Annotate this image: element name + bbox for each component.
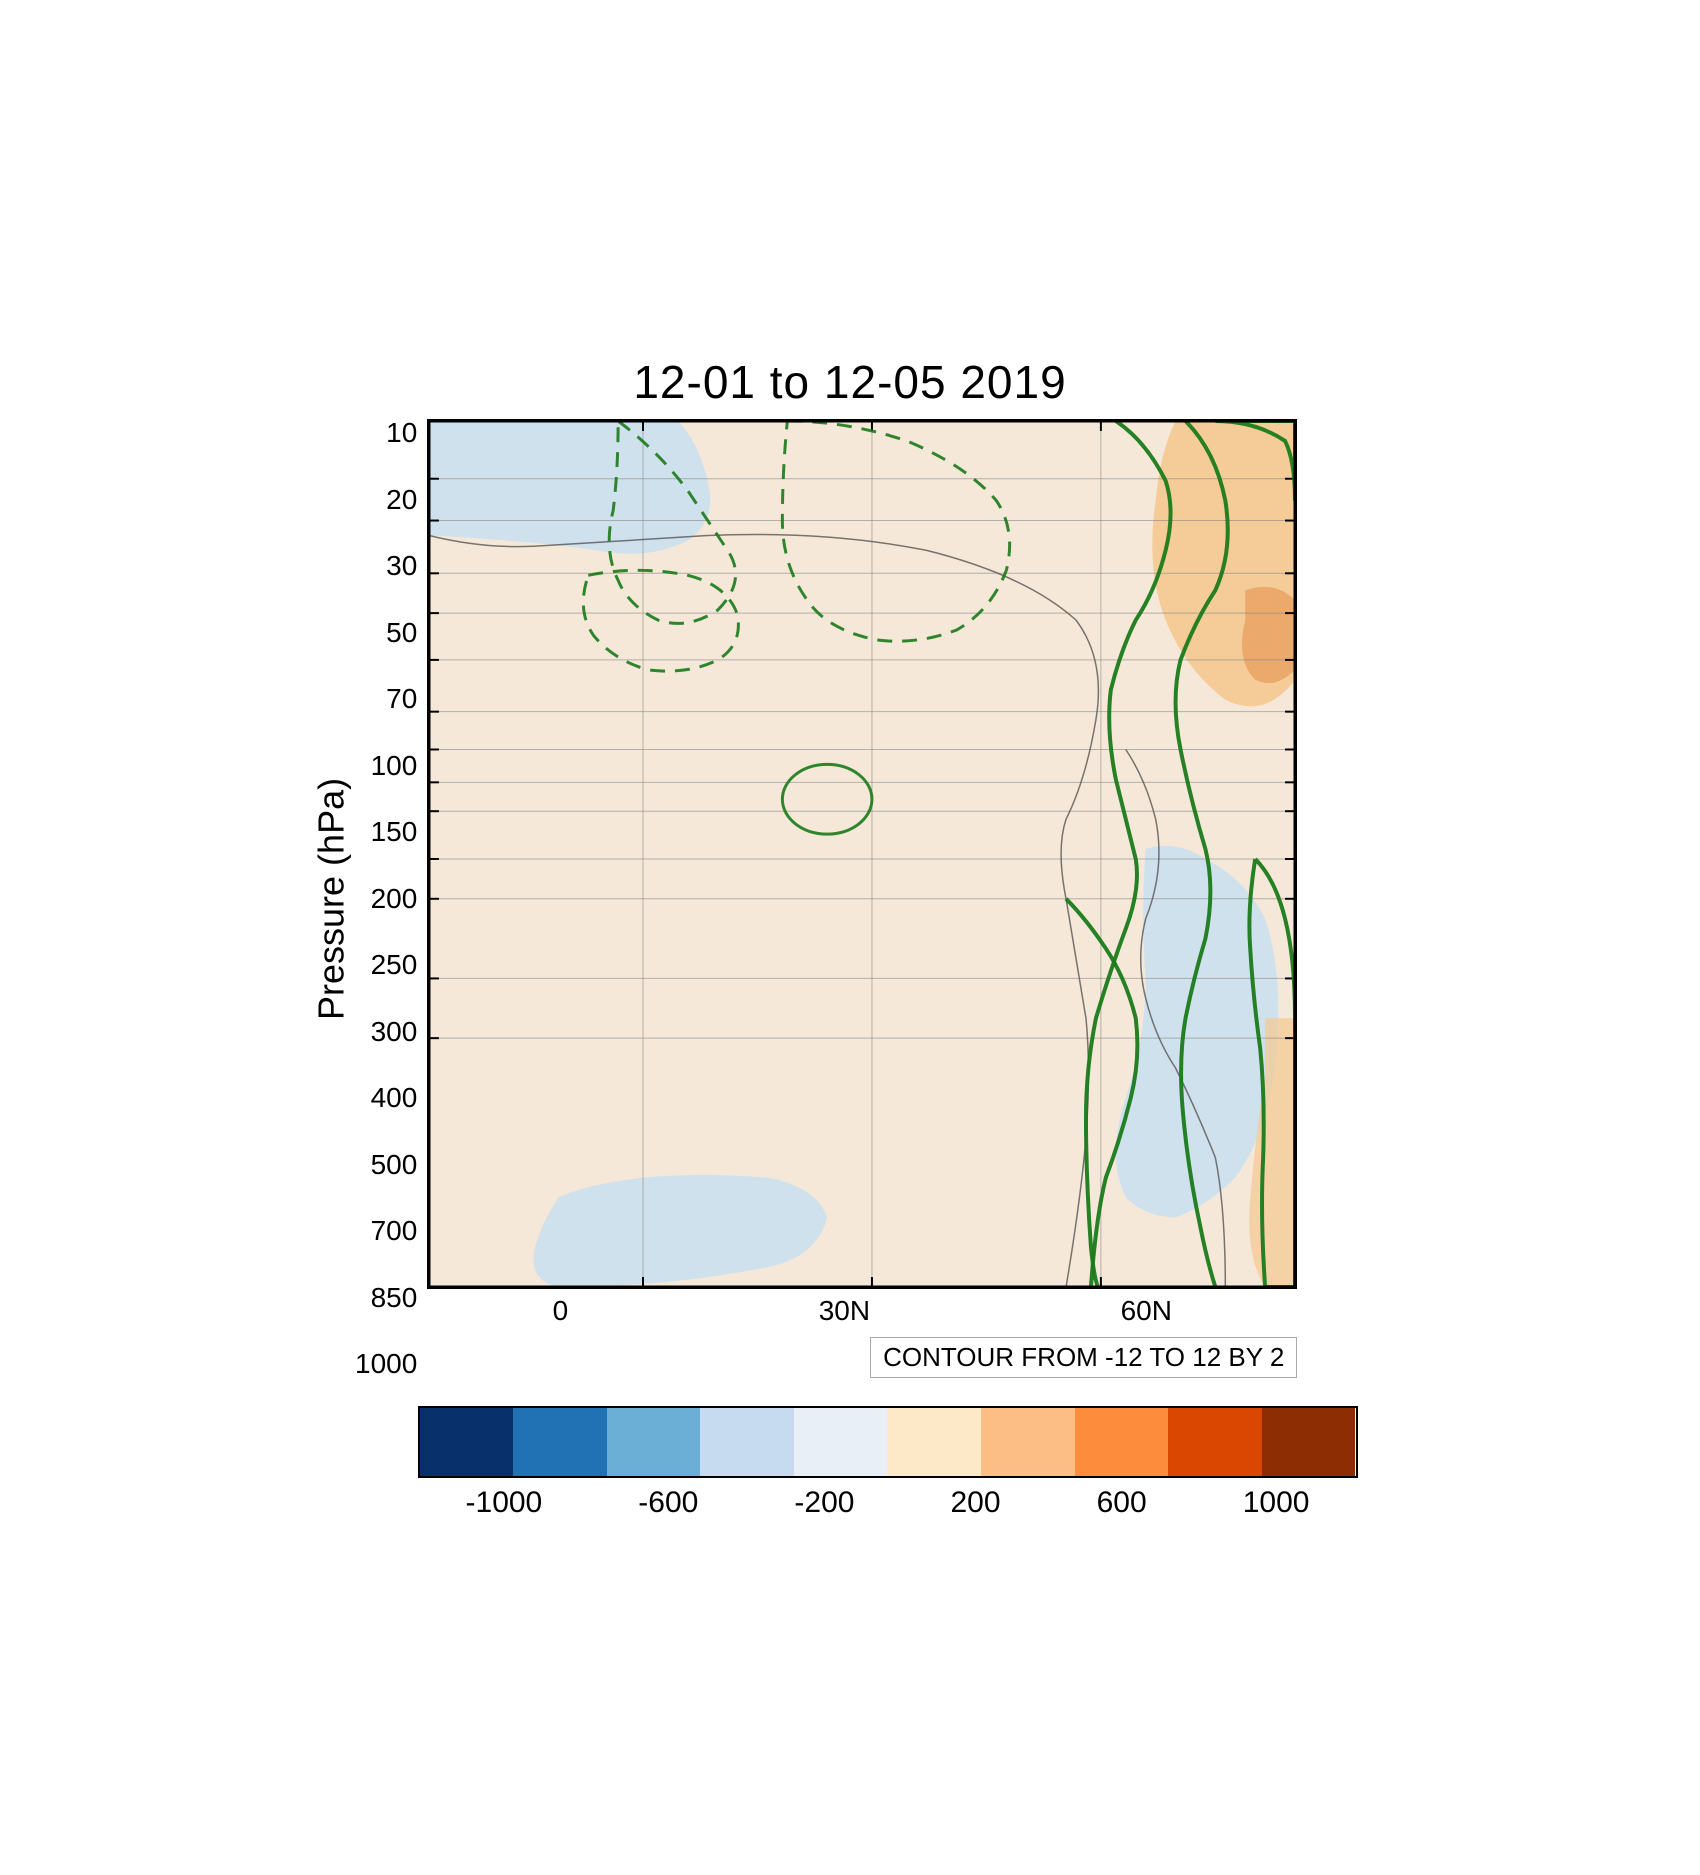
y-tick-500: 500 [371, 1151, 418, 1179]
y-tick-20: 20 [386, 486, 417, 514]
chart-with-yaxis: Pressure (hPa) 10 20 30 50 70 100 150 20… [300, 419, 1400, 1378]
plot-svg [429, 421, 1295, 1287]
colorbar-label-200neg: -200 [794, 1486, 854, 1520]
colorbar-seg-6 [887, 1408, 981, 1476]
y-tick-10: 10 [386, 419, 417, 447]
y-tick-400: 400 [371, 1084, 418, 1112]
x-tick-60n: 60N [1121, 1295, 1172, 1327]
colorbar-seg-10 [1262, 1408, 1356, 1476]
y-tick-300: 300 [371, 1018, 418, 1046]
colorbar [418, 1406, 1358, 1478]
x-tick-labels: 0 30N 60N [427, 1289, 1297, 1327]
y-tick-50: 50 [386, 619, 417, 647]
x-tick-0: 0 [553, 1295, 569, 1327]
colorbar-seg-9 [1168, 1408, 1262, 1476]
y-tick-250: 250 [371, 951, 418, 979]
y-axis-label: Pressure (hPa) [300, 419, 355, 1378]
x-axis-container: 0 30N 60N CONTOUR FROM -12 TO 12 BY 2 [427, 1289, 1297, 1378]
colorbar-label-600neg: -600 [638, 1486, 698, 1520]
colorbar-seg-5 [794, 1408, 888, 1476]
colorbar-seg-1 [420, 1408, 514, 1476]
colorbar-seg-7 [981, 1408, 1075, 1476]
y-tick-labels: 10 20 30 50 70 100 150 200 250 300 400 5… [355, 419, 427, 1378]
chart-title: 12-01 to 12-05 2019 [633, 355, 1066, 409]
main-container: 12-01 to 12-05 2019 Pressure (hPa) 10 20… [300, 355, 1400, 1520]
colorbar-label-1000pos: 1000 [1243, 1486, 1310, 1520]
y-tick-100: 100 [371, 752, 418, 780]
y-tick-700: 700 [371, 1217, 418, 1245]
colorbar-labels: -1000 -600 -200 200 600 1000 [418, 1486, 1358, 1520]
colorbar-seg-2 [513, 1408, 607, 1476]
colorbar-container: -1000 -600 -200 200 600 1000 [418, 1406, 1358, 1520]
colorbar-seg-3 [607, 1408, 701, 1476]
y-tick-150: 150 [371, 818, 418, 846]
y-tick-30: 30 [386, 552, 417, 580]
colorbar-seg-4 [700, 1408, 794, 1476]
y-tick-70: 70 [386, 685, 417, 713]
plot-frame [427, 419, 1297, 1289]
x-tick-30n: 30N [819, 1295, 870, 1327]
y-tick-200: 200 [371, 885, 418, 913]
contour-note: CONTOUR FROM -12 TO 12 BY 2 [870, 1337, 1297, 1378]
colorbar-label-1000neg: -1000 [466, 1486, 543, 1520]
colorbar-label-600pos: 600 [1097, 1486, 1147, 1520]
y-tick-850: 850 [371, 1284, 418, 1312]
colorbar-label-200pos: 200 [950, 1486, 1000, 1520]
y-tick-1000: 1000 [355, 1350, 417, 1378]
colorbar-seg-8 [1075, 1408, 1169, 1476]
